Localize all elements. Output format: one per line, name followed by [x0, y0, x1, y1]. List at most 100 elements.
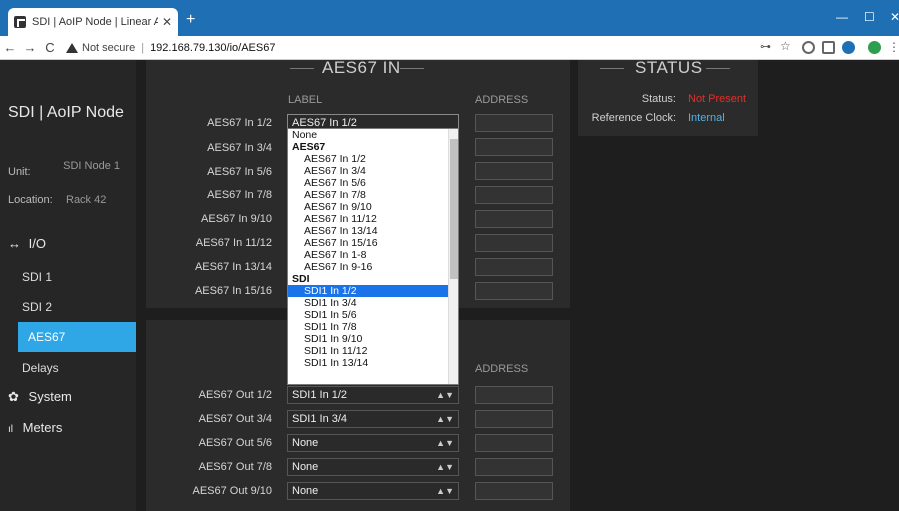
- aes-in-row-label: AES67 In 5/6: [207, 166, 272, 178]
- aes-in-row-label: AES67 In 3/4: [207, 142, 272, 154]
- minimize-icon[interactable]: —: [836, 10, 848, 24]
- extension-icon[interactable]: [802, 41, 815, 54]
- out-address-field[interactable]: [475, 434, 553, 452]
- nav-io[interactable]: ↔ I/O: [8, 236, 46, 251]
- dropdown-options: None AES67 AES67 In 1/2 AES67 In 3/4 AES67 I…: [288, 129, 458, 369]
- address-field[interactable]: [475, 186, 553, 204]
- address-field[interactable]: [475, 234, 553, 252]
- new-tab-button[interactable]: +: [186, 12, 195, 28]
- address-field[interactable]: [475, 162, 553, 180]
- dropdown-option[interactable]: SDI1 In 13/14: [288, 357, 458, 369]
- sidebar-item-delays[interactable]: Delays: [18, 361, 136, 375]
- maximize-icon[interactable]: ☐: [864, 10, 875, 24]
- browser-tabstrip: SDI | AoIP Node | Linear Acoustic ✕ + — …: [0, 0, 899, 36]
- select-value: None: [292, 485, 319, 497]
- aes-out-row-label: AES67 Out 1/2: [198, 389, 272, 401]
- star-icon[interactable]: ☆: [780, 39, 791, 53]
- dropdown-scroll-thumb[interactable]: [450, 139, 458, 279]
- dropdown-option[interactable]: SDI1 In 9/10: [288, 333, 458, 345]
- nav-meters[interactable]: ıl Meters: [8, 420, 62, 435]
- dropdown-option[interactable]: SDI1 In 1/2: [288, 285, 458, 297]
- select-arrows-icon: ▲▼: [436, 438, 454, 448]
- location-label: Location:: [8, 194, 53, 206]
- dropdown-option[interactable]: AES67 In 7/8: [288, 189, 458, 201]
- status-label: Status:: [641, 93, 676, 105]
- extension-shield-icon[interactable]: [822, 41, 835, 54]
- dropdown-option[interactable]: SDI1 In 11/12: [288, 345, 458, 357]
- address-field[interactable]: [475, 138, 553, 156]
- status-title: STATUS: [635, 60, 703, 77]
- sidebar-item-aes67[interactable]: AES67: [18, 322, 136, 352]
- unit-value: SDI Node 1: [63, 160, 120, 172]
- nav-system-label: System: [28, 389, 72, 404]
- security-label: Not secure: [82, 41, 136, 54]
- out-address-field[interactable]: [475, 482, 553, 500]
- aes-out-source-select[interactable]: SDI1 In 3/4 ▲▼: [287, 410, 459, 428]
- out-address-header: ADDRESS: [475, 363, 529, 375]
- out-address-field[interactable]: [475, 458, 553, 476]
- title-rule-left: [290, 68, 314, 69]
- app-title: SDI | AoIP Node: [8, 104, 124, 121]
- close-window-icon[interactable]: ✕: [890, 10, 899, 24]
- aes-out-source-select[interactable]: SDI1 In 1/2 ▲▼: [287, 386, 459, 404]
- reference-clock-label: Reference Clock:: [591, 112, 676, 124]
- aes-out-row-label: AES67 Out 7/8: [198, 461, 272, 473]
- out-address-field[interactable]: [475, 410, 553, 428]
- source-dropdown-list[interactable]: None AES67 AES67 In 1/2 AES67 In 3/4 AES67 I…: [287, 128, 459, 385]
- warning-icon: [66, 42, 78, 53]
- reload-button[interactable]: C: [40, 40, 60, 55]
- aes-out-source-select[interactable]: None ▲▼: [287, 482, 459, 500]
- dropdown-option[interactable]: AES67 In 1/2: [288, 153, 458, 165]
- status-rule-left: [600, 68, 624, 69]
- extension-blue-icon[interactable]: [842, 41, 855, 54]
- aes-in-row-label: AES67 In 1/2: [207, 117, 272, 129]
- io-arrows-icon: ↔: [8, 236, 21, 251]
- aes-out-source-select[interactable]: None ▲▼: [287, 458, 459, 476]
- url-separator: |: [141, 41, 145, 54]
- dropdown-option[interactable]: AES67 In 1-8: [288, 249, 458, 261]
- dropdown-option[interactable]: AES67 In 13/14: [288, 225, 458, 237]
- dropdown-option[interactable]: AES67 In 9-16: [288, 261, 458, 273]
- select-arrows-icon: ▲▼: [436, 414, 454, 424]
- favicon-icon: [14, 16, 26, 28]
- status-rule-right: [706, 68, 730, 69]
- title-rule-right: [400, 68, 424, 69]
- aes-in-title: AES67 IN: [322, 60, 401, 77]
- key-icon[interactable]: ⊶: [760, 40, 771, 53]
- tab-close-icon[interactable]: ✕: [162, 15, 172, 29]
- status-value: Not Present: [688, 93, 747, 105]
- dropdown-option[interactable]: AES67 In 3/4: [288, 165, 458, 177]
- aes-in-row-label: AES67 In 7/8: [207, 189, 272, 201]
- page: SDI | AoIP Node Unit: SDI Node 1 Locatio…: [0, 60, 899, 511]
- address-field[interactable]: [475, 210, 553, 228]
- sidebar-item-sdi2[interactable]: SDI 2: [18, 300, 136, 314]
- address-field[interactable]: [475, 258, 553, 276]
- aes-in-row-label: AES67 In 15/16: [194, 285, 272, 297]
- dropdown-option[interactable]: SDI1 In 7/8: [288, 321, 458, 333]
- back-button[interactable]: ←: [0, 40, 20, 55]
- aes-in-row-label: AES67 In 9/10: [201, 213, 272, 225]
- address-field[interactable]: [475, 282, 553, 300]
- aes-out-row-label: AES67 Out 5/6: [198, 437, 272, 449]
- dropdown-option[interactable]: AES67 In 11/12: [288, 213, 458, 225]
- dropdown-scrollbar[interactable]: [448, 129, 458, 384]
- tab-title: SDI | AoIP Node | Linear Acoustic: [32, 16, 158, 28]
- address-field[interactable]: [475, 114, 553, 132]
- dropdown-option[interactable]: SDI1 In 5/6: [288, 309, 458, 321]
- aes-out-source-select[interactable]: None ▲▼: [287, 434, 459, 452]
- security-indicator[interactable]: Not secure: [66, 42, 135, 54]
- aes-in-row-label: AES67 In 13/14: [194, 261, 272, 273]
- forward-button[interactable]: →: [20, 40, 40, 55]
- dropdown-option[interactable]: AES67 In 5/6: [288, 177, 458, 189]
- out-address-field[interactable]: [475, 386, 553, 404]
- dropdown-option[interactable]: SDI1 In 3/4: [288, 297, 458, 309]
- profile-avatar-icon[interactable]: [868, 41, 881, 54]
- url-field[interactable]: 192.168.79.130/io/AES67: [150, 42, 275, 54]
- browser-tab[interactable]: SDI | AoIP Node | Linear Acoustic ✕: [8, 8, 178, 36]
- nav-system[interactable]: ✿ System: [8, 389, 72, 405]
- dropdown-option[interactable]: None: [288, 129, 458, 141]
- menu-icon[interactable]: ⋮: [888, 40, 899, 54]
- dropdown-option[interactable]: AES67 In 9/10: [288, 201, 458, 213]
- dropdown-option[interactable]: AES67 In 15/16: [288, 237, 458, 249]
- sidebar-item-sdi1[interactable]: SDI 1: [18, 270, 136, 284]
